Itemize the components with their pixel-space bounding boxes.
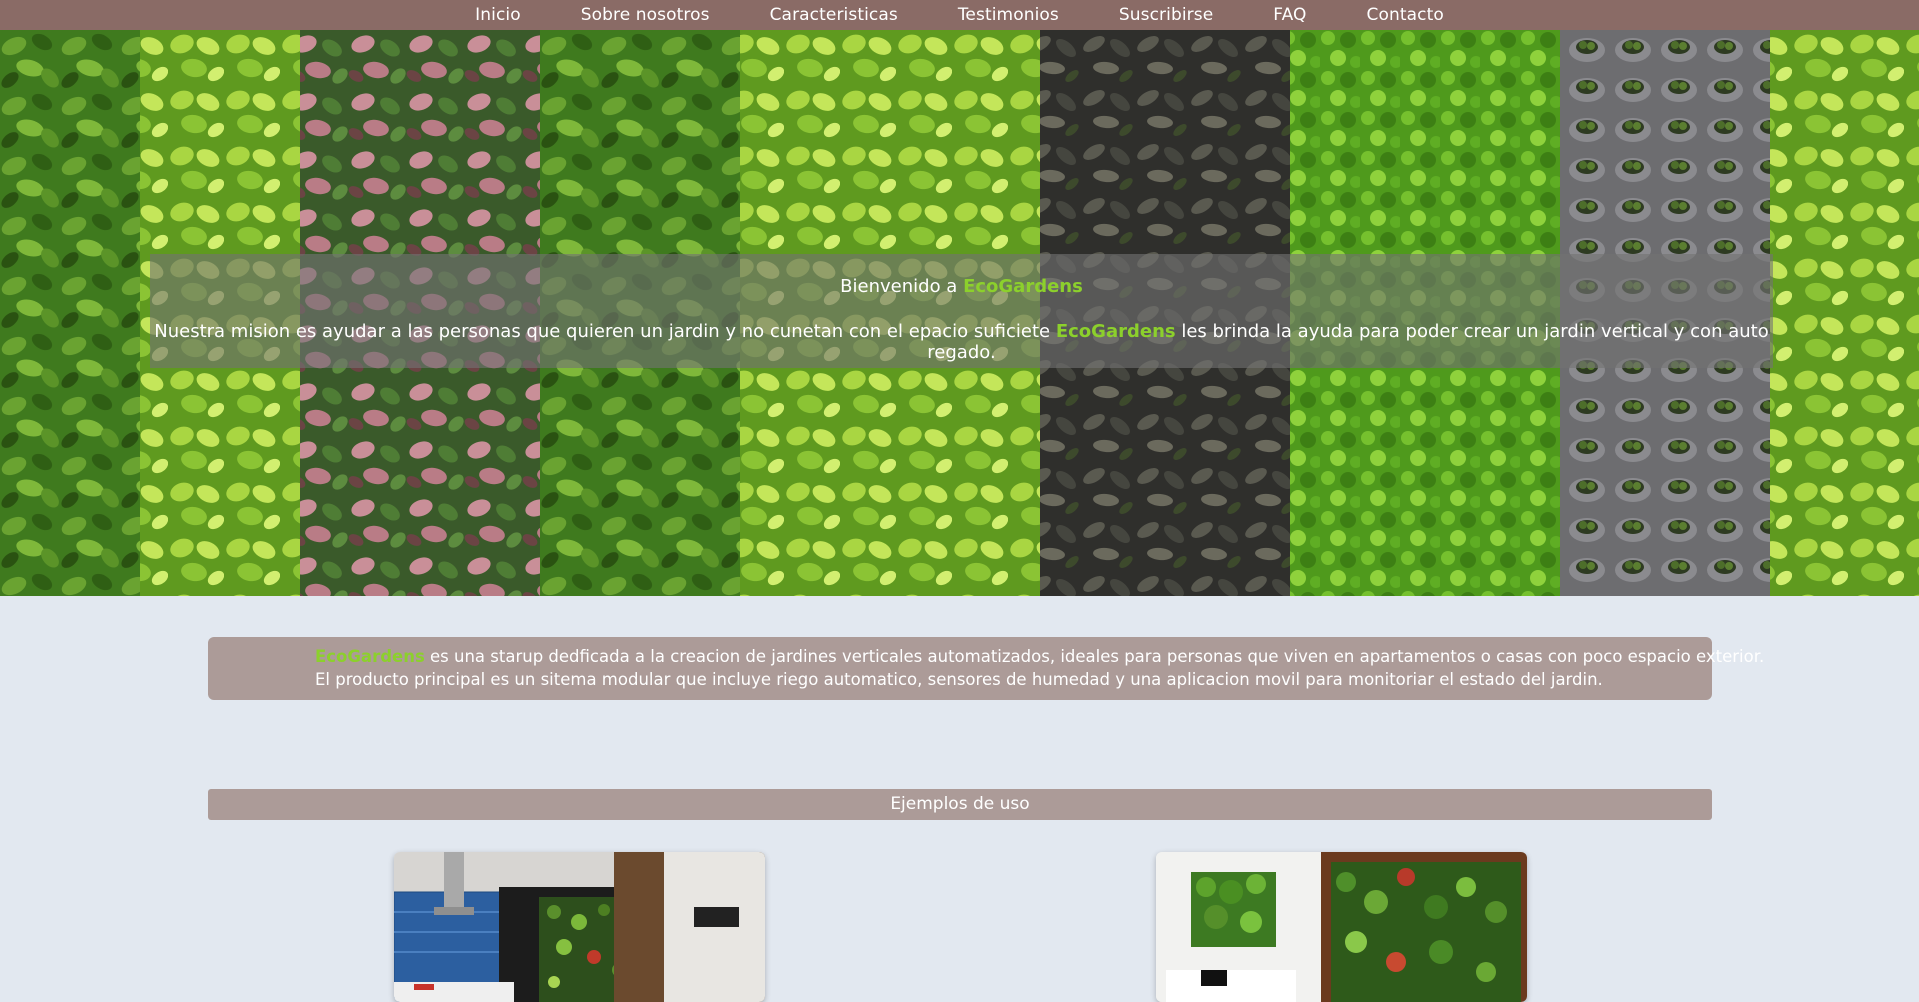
hero-greeting-brand: EcoGardens [963, 276, 1083, 297]
nav-link-contacto[interactable]: Contacto [1367, 5, 1444, 25]
about-brand: EcoGardens [315, 647, 425, 666]
example-card-livingroom [1156, 852, 1527, 1002]
hero-greeting: Bienvenido a EcoGardens [150, 276, 1773, 297]
nav-link-sobre-nosotros[interactable]: Sobre nosotros [581, 5, 710, 25]
top-nav: Inicio Sobre nosotros Caracteristicas Te… [0, 0, 1919, 31]
hero-welcome-panel: Bienvenido a EcoGardens Nuestra mision e… [150, 254, 1773, 368]
nav-link-faq[interactable]: FAQ [1273, 5, 1306, 25]
hero-greeting-text: Bienvenido a [840, 276, 964, 297]
example-image-kitchen [394, 852, 765, 1002]
examples-section-title: Ejemplos de uso [208, 789, 1712, 820]
about-line-1-text: es una starup dedficada a la creacion de… [424, 647, 1765, 666]
hero-mission-brand: EcoGardens [1055, 321, 1176, 342]
nav-link-suscribirse[interactable]: Suscribirse [1119, 5, 1213, 25]
about-line-2: El producto principal es un sitema modul… [315, 670, 1603, 689]
hero-mission-text-before: Nuestra mision es ayudar a las personas … [154, 321, 1056, 342]
nav-link-caracteristicas[interactable]: Caracteristicas [770, 5, 898, 25]
nav-link-testimonios[interactable]: Testimonios [958, 5, 1059, 25]
hero-section: Bienvenido a EcoGardens Nuestra mision e… [0, 30, 1919, 596]
example-image-livingroom [1156, 852, 1527, 1002]
about-panel: EcoGardens es una starup dedficada a la … [208, 637, 1764, 700]
hero-mission: Nuestra mision es ayudar a las personas … [150, 321, 1773, 363]
nav-link-inicio[interactable]: Inicio [475, 5, 521, 25]
example-card-kitchen [394, 852, 765, 1002]
about-line-1: EcoGardens es una starup dedficada a la … [315, 645, 1764, 668]
